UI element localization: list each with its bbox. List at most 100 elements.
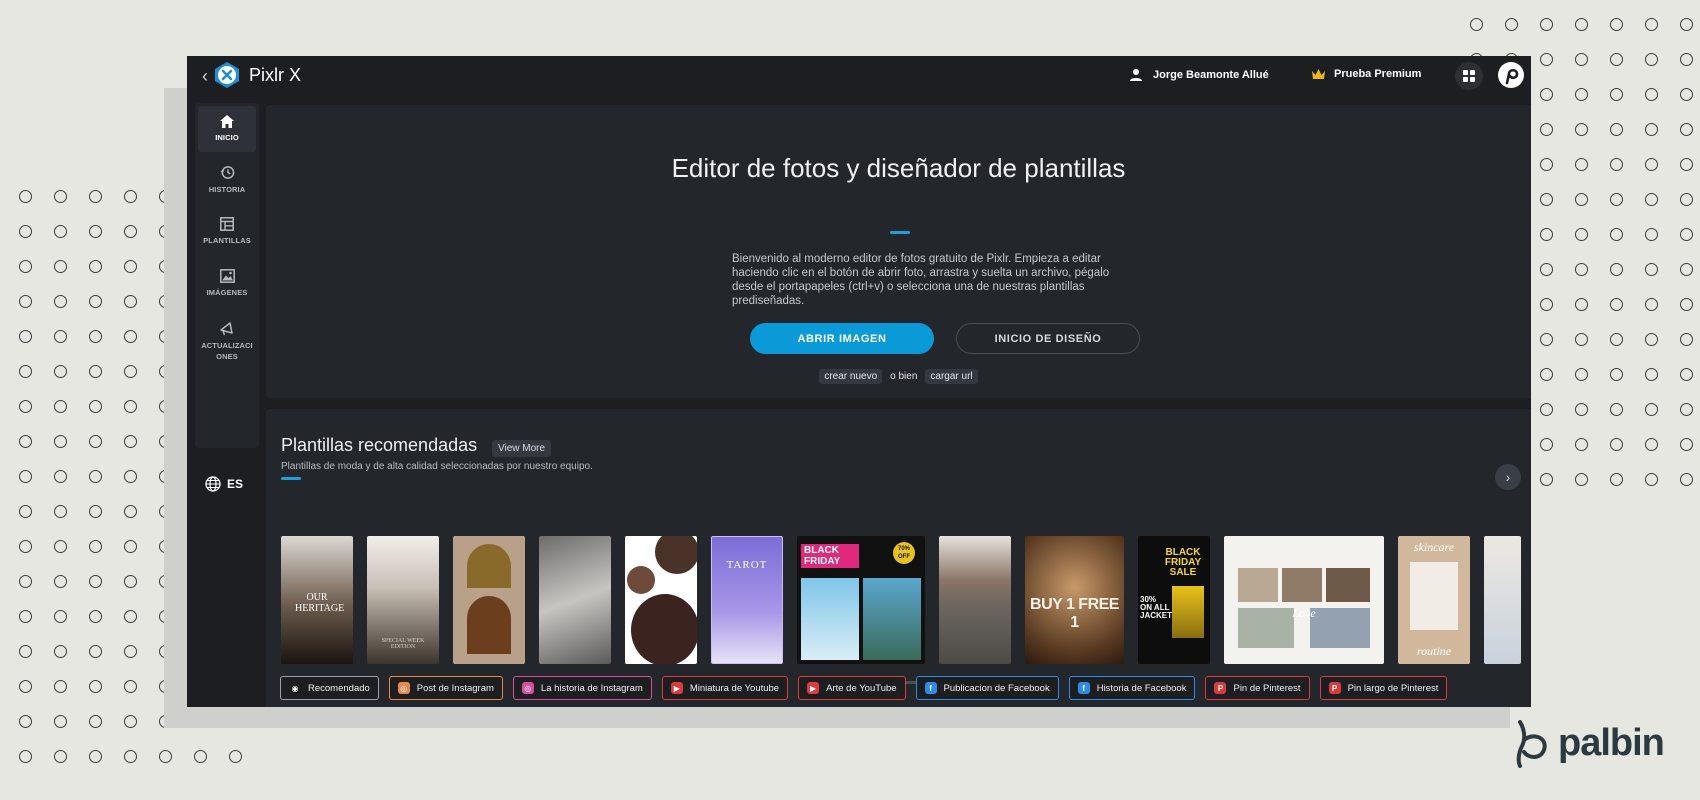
user-menu[interactable]: Jorge Beamonte Allué	[1129, 68, 1269, 82]
dot	[1540, 333, 1553, 346]
dot	[1575, 263, 1588, 276]
thumb-photo	[1326, 568, 1370, 602]
sidebar-item-plantillas[interactable]: PLANTILLAS	[198, 217, 256, 246]
dot	[1540, 88, 1553, 101]
sidebar-item-inicio[interactable]: INICIO	[198, 106, 256, 152]
filter-pill[interactable]: P Pin de Pinterest	[1205, 676, 1310, 700]
filter-pill[interactable]: f Publicacion de Facebook	[915, 676, 1059, 700]
template-thumb[interactable]	[939, 536, 1011, 664]
filter-pill[interactable]: P Pin largo de Pinterest	[1319, 676, 1448, 700]
open-image-button[interactable]: ABRIR IMAGEN	[750, 323, 934, 354]
palbin-logo-icon	[1516, 720, 1547, 768]
thumb-photo	[1410, 562, 1458, 630]
thumb-text: 70% OFF	[893, 542, 915, 564]
dot	[1645, 88, 1658, 101]
dot	[1645, 368, 1658, 381]
pixlr-brand-icon[interactable]	[1497, 61, 1525, 89]
filter-pill[interactable]: ▶ Miniatura de Youtube	[661, 676, 789, 700]
thumb-text: BLACK FRIDAY SALE	[1164, 547, 1202, 578]
thumb-text: routine	[1416, 644, 1452, 658]
template-thumb[interactable]: BLACK FRIDAY SALE 30% ON ALL JACKETS	[1138, 536, 1210, 664]
thumb-text: OUR HERITAGE	[295, 592, 345, 614]
dot	[1610, 18, 1623, 31]
dot	[1540, 368, 1553, 381]
facebook-icon: f	[924, 682, 937, 694]
template-thumb[interactable]	[453, 536, 525, 664]
dot	[1540, 263, 1553, 276]
create-new-link[interactable]: crear nuevo	[819, 369, 883, 384]
sidebar-item-imagenes[interactable]: IMÁGENES	[198, 269, 256, 298]
thumb-text: Love	[1292, 606, 1316, 620]
hero-title: Editor de fotos y diseñador de plantilla…	[671, 153, 1126, 183]
dot	[1680, 123, 1693, 136]
dot	[54, 295, 67, 308]
template-thumb[interactable]: OUR HERITAGE	[281, 536, 353, 664]
sidebar-item-actualizaciones[interactable]: ACTUALIZACI ONES	[198, 321, 256, 362]
dot	[19, 575, 32, 588]
dot	[229, 750, 242, 763]
dot	[1610, 298, 1623, 311]
template-thumb[interactable]: BUY 1 FREE 1	[1025, 536, 1124, 664]
back-chevron-icon[interactable]: ‹	[195, 66, 215, 86]
template-thumb[interactable]: SPECIAL WEEK EDITION	[367, 536, 439, 664]
template-thumb[interactable]: Love	[1224, 536, 1384, 664]
section-title: Plantillas recomendadas	[281, 435, 478, 455]
filter-pill[interactable]: ◎ La historia de Instagram	[512, 676, 652, 700]
pinterest-icon: P	[1328, 682, 1341, 694]
carousel-next-button[interactable]: ›	[1495, 464, 1521, 490]
hero-description: Bienvenido al moderno editor de fotos gr…	[732, 253, 1110, 307]
dot	[1645, 403, 1658, 416]
pinterest-icon: P	[1214, 682, 1227, 694]
dot	[124, 400, 137, 413]
view-more-button[interactable]: View More	[492, 440, 552, 457]
dot	[54, 610, 67, 623]
dot	[1645, 53, 1658, 66]
template-thumb[interactable]	[625, 536, 697, 664]
filter-label: Post de Instagram	[416, 682, 494, 694]
dot	[1645, 473, 1658, 486]
template-thumb[interactable]: skincare routine	[1398, 536, 1470, 664]
dot	[1680, 473, 1693, 486]
language-code: ES	[227, 477, 244, 491]
filter-label: Arte de YouTube	[826, 682, 897, 694]
filter-pill[interactable]: f Historia de Facebook	[1068, 676, 1196, 700]
premium-trial-button[interactable]: Prueba Premium	[1311, 68, 1421, 80]
filter-label: Historia de Facebook	[1096, 682, 1187, 694]
thumb-photo	[1172, 586, 1204, 638]
sidebar-item-historia[interactable]: HISTORIA	[198, 165, 256, 195]
dot	[89, 365, 102, 378]
thumb-text: TAROT	[726, 559, 768, 571]
language-selector[interactable]: ES	[205, 476, 243, 492]
template-carousel: OUR HERITAGE SPECIAL WEEK EDITION TAROT …	[281, 536, 1521, 664]
load-url-link[interactable]: cargar url	[925, 369, 978, 384]
dot	[1680, 403, 1693, 416]
filter-pill[interactable]: ◉ Recomendado	[280, 676, 379, 700]
template-thumb[interactable]: BLACK FRIDAY 70% OFF	[797, 536, 925, 664]
user-name: Jorge Beamonte Allué	[1153, 69, 1269, 81]
dot	[54, 575, 67, 588]
start-design-button[interactable]: INICIO DE DISEÑO	[956, 323, 1140, 354]
dot	[19, 260, 32, 273]
dot	[1680, 438, 1693, 451]
dot	[19, 470, 32, 483]
dot	[54, 540, 67, 553]
recommended-templates-section: Plantillas recomendadas View More Planti…	[266, 409, 1531, 707]
dot	[89, 575, 102, 588]
apps-grid-button[interactable]	[1455, 62, 1483, 90]
dot	[19, 505, 32, 518]
section-underline	[281, 477, 301, 480]
filter-pill[interactable]: ◎ Post de Instagram	[388, 676, 503, 700]
template-thumb[interactable]: TAROT	[711, 536, 783, 664]
dot	[1680, 263, 1693, 276]
dot	[1610, 193, 1623, 206]
filter-pill[interactable]: ▶ Arte de YouTube	[798, 676, 906, 700]
dot	[124, 295, 137, 308]
dot	[124, 435, 137, 448]
template-thumb[interactable]	[1484, 536, 1521, 664]
pixlr-logo-icon[interactable]	[213, 61, 241, 89]
dot	[1575, 473, 1588, 486]
template-thumb[interactable]	[539, 536, 611, 664]
dot	[19, 365, 32, 378]
dot	[124, 225, 137, 238]
top-bar: ‹ Pixlr X Jorge Beamonte Allué Prueba Pr…	[187, 56, 1531, 96]
